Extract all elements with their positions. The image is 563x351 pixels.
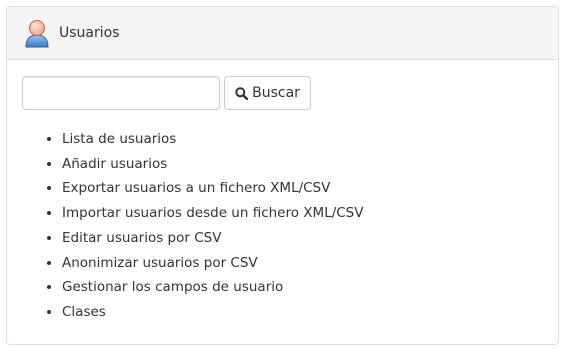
users-panel: Usuarios Buscar Lista de usuarios Añadir… (6, 6, 559, 345)
list-item: Clases (62, 300, 543, 325)
user-icon (23, 18, 51, 48)
list-item: Gestionar los campos de usuario (62, 275, 543, 300)
link-manage-user-fields[interactable]: Gestionar los campos de usuario (62, 279, 283, 295)
list-item: Exportar usuarios a un fichero XML/CSV (62, 176, 543, 201)
panel-body: Buscar Lista de usuarios Añadir usuarios… (7, 60, 558, 325)
search-button-label: Buscar (252, 85, 300, 101)
panel-heading: Usuarios (7, 7, 558, 60)
link-classes[interactable]: Clases (62, 304, 106, 320)
search-input[interactable] (22, 76, 220, 110)
list-item: Anonimizar usuarios por CSV (62, 251, 543, 276)
search-row: Buscar (22, 76, 543, 110)
link-add-users[interactable]: Añadir usuarios (62, 156, 167, 172)
search-icon (235, 86, 249, 100)
link-edit-users-csv[interactable]: Editar usuarios por CSV (62, 230, 221, 246)
search-button[interactable]: Buscar (224, 76, 311, 110)
link-export-users[interactable]: Exportar usuarios a un fichero XML/CSV (62, 180, 330, 196)
list-item: Editar usuarios por CSV (62, 226, 543, 251)
panel-title: Usuarios (59, 25, 120, 41)
link-import-users[interactable]: Importar usuarios desde un fichero XML/C… (62, 205, 364, 221)
list-item: Añadir usuarios (62, 152, 543, 177)
list-item: Importar usuarios desde un fichero XML/C… (62, 201, 543, 226)
list-item: Lista de usuarios (62, 127, 543, 152)
link-users-list[interactable]: Lista de usuarios (62, 131, 176, 147)
link-anonymize-users-csv[interactable]: Anonimizar usuarios por CSV (62, 255, 258, 271)
users-links-list: Lista de usuarios Añadir usuarios Export… (22, 127, 543, 325)
